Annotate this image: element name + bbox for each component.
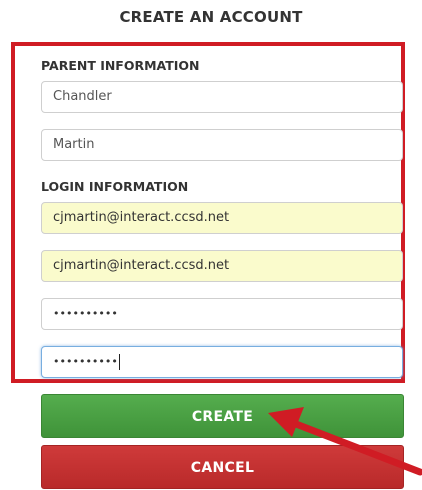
red-arrow-icon xyxy=(268,407,422,476)
